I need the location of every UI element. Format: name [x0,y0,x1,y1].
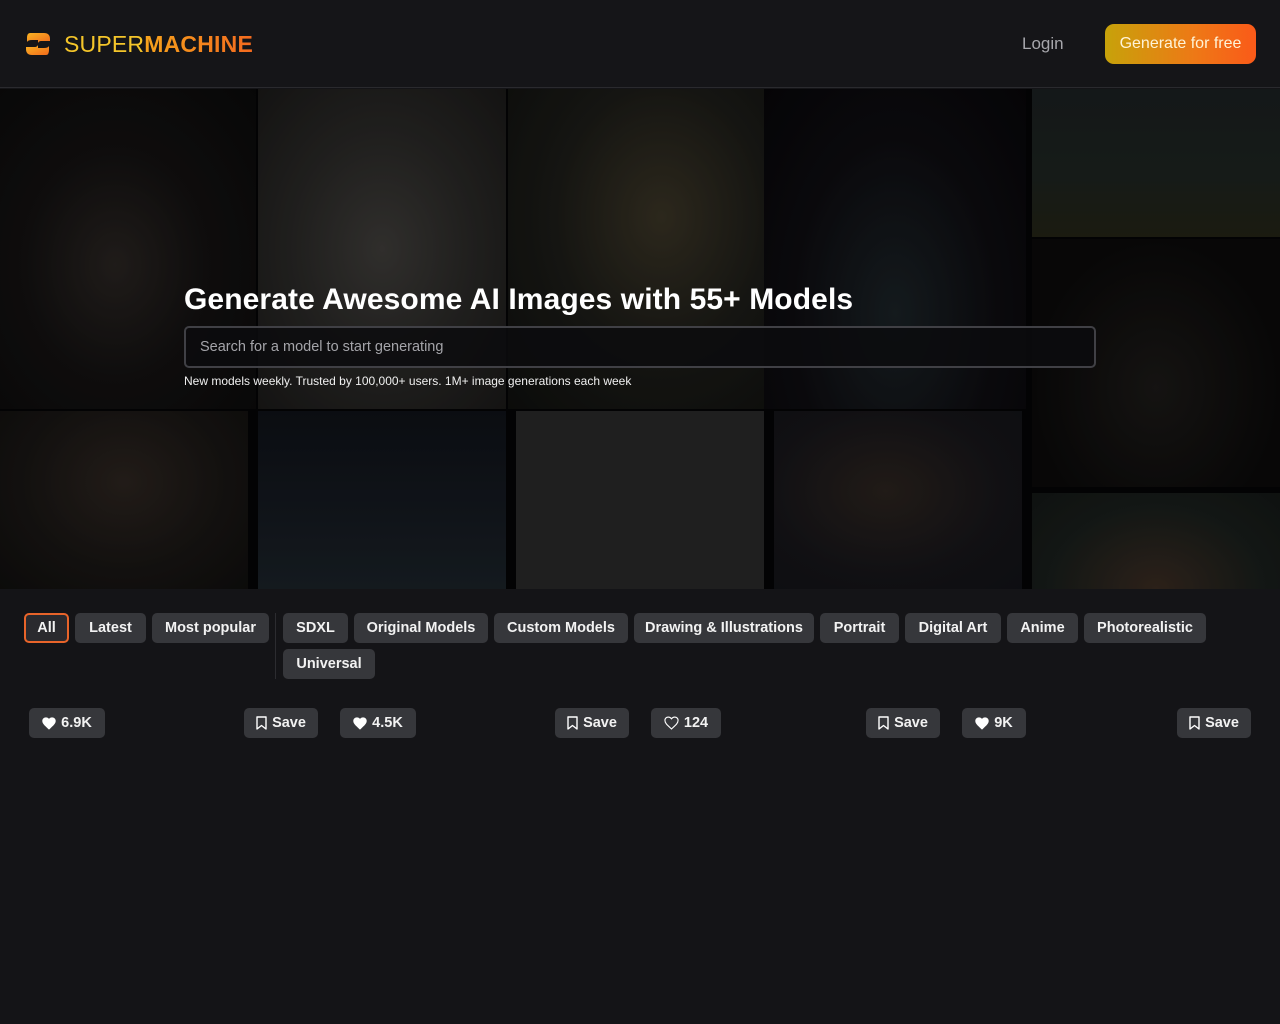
filter-original-models[interactable]: Original Models [354,613,488,643]
hero-section: Generate Awesome AI Images with 55+ Mode… [0,89,1280,589]
filter-portrait[interactable]: Portrait [820,613,899,643]
like-button[interactable]: 6.9K [29,708,105,738]
bookmark-icon [567,716,578,730]
like-count: 9K [994,715,1013,731]
filter-sdxl[interactable]: SDXL [283,613,348,643]
filter-divider [275,613,276,679]
generate-for-free-button[interactable]: Generate for free [1105,24,1256,64]
like-count: 4.5K [372,715,403,731]
model-search-input[interactable] [184,326,1096,368]
filter-most-popular[interactable]: Most popular [152,613,269,643]
brand-name-part1: SUPER [64,30,145,57]
top-nav: SUPERMACHINE Login Generate for free [0,0,1280,88]
hero-subtitle: New models weekly. Trusted by 100,000+ u… [184,374,632,388]
save-label: Save [272,715,306,731]
save-label: Save [583,715,617,731]
logo-icon [26,33,50,55]
filter-universal[interactable]: Universal [283,649,375,679]
like-count: 124 [683,715,709,731]
filter-latest[interactable]: Latest [75,613,146,643]
bookmark-icon [1189,716,1200,730]
save-label: Save [1205,715,1239,731]
heart-filled-icon [975,716,989,730]
login-link[interactable]: Login [1022,34,1064,54]
bookmark-icon [256,716,267,730]
like-button[interactable]: 9K [962,708,1026,738]
heart-filled-icon [42,716,56,730]
like-button[interactable]: 4.5K [340,708,416,738]
filter-all[interactable]: All [24,613,69,643]
filter-drawing-illustrations[interactable]: Drawing & Illustrations [634,613,814,643]
like-button[interactable]: 124 [651,708,721,738]
heart-outline-icon [664,716,679,730]
like-count: 6.9K [61,715,92,731]
brand-name: SUPERMACHINE [64,31,253,58]
filter-anime[interactable]: Anime [1007,613,1078,643]
save-button[interactable]: Save [555,708,629,738]
brand-name-part2: MACHINE [144,30,253,57]
save-label: Save [894,715,928,731]
heart-filled-icon [353,716,367,730]
hero-title: Generate Awesome AI Images with 55+ Mode… [184,283,854,316]
filter-digital-art[interactable]: Digital Art [905,613,1001,643]
brand-logo[interactable]: SUPERMACHINE [24,29,253,59]
filter-custom-models[interactable]: Custom Models [494,613,628,643]
save-button[interactable]: Save [866,708,940,738]
filter-photorealistic[interactable]: Photorealistic [1084,613,1206,643]
save-button[interactable]: Save [244,708,318,738]
save-button[interactable]: Save [1177,708,1251,738]
bookmark-icon [878,716,889,730]
